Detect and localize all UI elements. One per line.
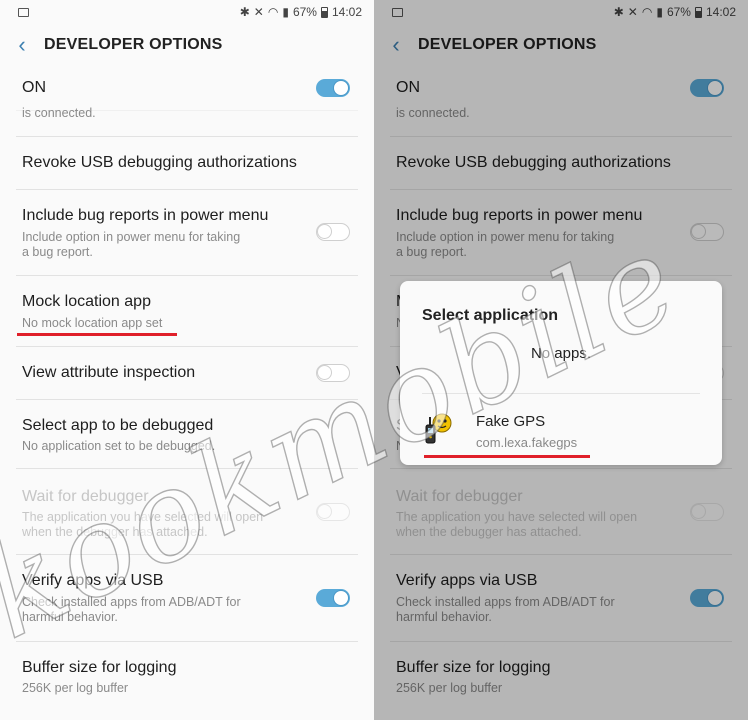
- partial-row: is connected.: [0, 104, 374, 124]
- wifi-icon: ◠: [267, 5, 279, 19]
- select-application-dialog: Select application No apps. Fake GPS com…: [400, 281, 722, 465]
- app-bar: ‹ DEVELOPER OPTIONS: [0, 24, 374, 66]
- bluetooth-icon: ✱: [239, 5, 250, 19]
- highlight-underline: [17, 333, 177, 336]
- app-package: com.lexa.fakegps: [476, 435, 578, 450]
- bug-report-toggle[interactable]: [316, 223, 350, 241]
- debug-app-title: Select app to be debugged: [22, 417, 214, 434]
- verify-usb-row[interactable]: Verify apps via USB Check installed apps…: [0, 555, 374, 641]
- partial-row-subtext: is connected.: [22, 106, 96, 120]
- gallery-notification-icon: [18, 7, 29, 17]
- signal-icon: ▮: [282, 5, 289, 19]
- bug-report-sub2: a bug report.: [22, 245, 93, 259]
- attribute-inspection-row[interactable]: View attribute inspection: [0, 347, 374, 399]
- status-bar: ✱ ✕ ◠ ▮ 67% 14:02: [0, 0, 374, 24]
- battery-percent: 67%: [292, 5, 317, 19]
- buffer-size-row[interactable]: Buffer size for logging 256K per log buf…: [0, 642, 374, 712]
- verify-usb-toggle[interactable]: [316, 589, 350, 607]
- page-title: DEVELOPER OPTIONS: [44, 36, 223, 53]
- revoke-usb-title: Revoke USB debugging authorizations: [22, 154, 297, 171]
- wait-debugger-title: Wait for debugger: [22, 488, 149, 505]
- master-switch-label: ON: [22, 79, 46, 96]
- mock-location-sub: No mock location app set: [22, 316, 163, 330]
- clock: 14:02: [331, 5, 362, 19]
- verify-usb-sub2: harmful behavior.: [22, 610, 118, 624]
- mock-location-title: Mock location app: [22, 293, 151, 310]
- settings-screen-left: ✱ ✕ ◠ ▮ 67% 14:02 ‹ DEVELOPER OPTIONS ON…: [0, 0, 374, 720]
- buffer-size-sub: 256K per log buffer: [22, 681, 129, 695]
- bug-report-title: Include bug reports in power menu: [22, 207, 269, 224]
- highlight-underline: [424, 455, 590, 458]
- attribute-inspection-toggle[interactable]: [316, 364, 350, 382]
- wait-debugger-sub2: when the debugger has attached.: [22, 525, 208, 539]
- verify-usb-sub1: Check installed apps from ADB/ADT for: [22, 595, 241, 609]
- battery-icon: [320, 6, 328, 18]
- bug-report-row[interactable]: Include bug reports in power menu Includ…: [0, 190, 374, 274]
- master-toggle[interactable]: [316, 79, 350, 97]
- mute-icon: ✕: [253, 5, 264, 19]
- buffer-size-title: Buffer size for logging: [22, 659, 177, 676]
- verify-usb-title: Verify apps via USB: [22, 572, 164, 589]
- fake-gps-icon: [425, 413, 452, 444]
- bug-report-sub1: Include option in power menu for taking: [22, 230, 241, 244]
- wait-debugger-sub1: The application you have selected will o…: [22, 510, 264, 524]
- no-apps-item[interactable]: No apps.: [400, 345, 722, 362]
- wait-debugger-row: Wait for debugger The application you ha…: [0, 469, 374, 553]
- app-name: Fake GPS: [476, 413, 546, 430]
- debug-app-sub: No application set to be debugged.: [22, 439, 216, 453]
- revoke-usb-row[interactable]: Revoke USB debugging authorizations: [0, 137, 374, 189]
- back-arrow-icon[interactable]: ‹: [0, 32, 44, 58]
- settings-screen-right: ✱ ✕ ◠ ▮ 67% 14:02 ‹ DEVELOPER OPTIONS ON…: [374, 0, 748, 720]
- debug-app-row[interactable]: Select app to be debugged No application…: [0, 400, 374, 468]
- dialog-title: Select application: [422, 307, 559, 324]
- attribute-inspection-title: View attribute inspection: [22, 364, 196, 381]
- wait-debugger-toggle: [316, 503, 350, 521]
